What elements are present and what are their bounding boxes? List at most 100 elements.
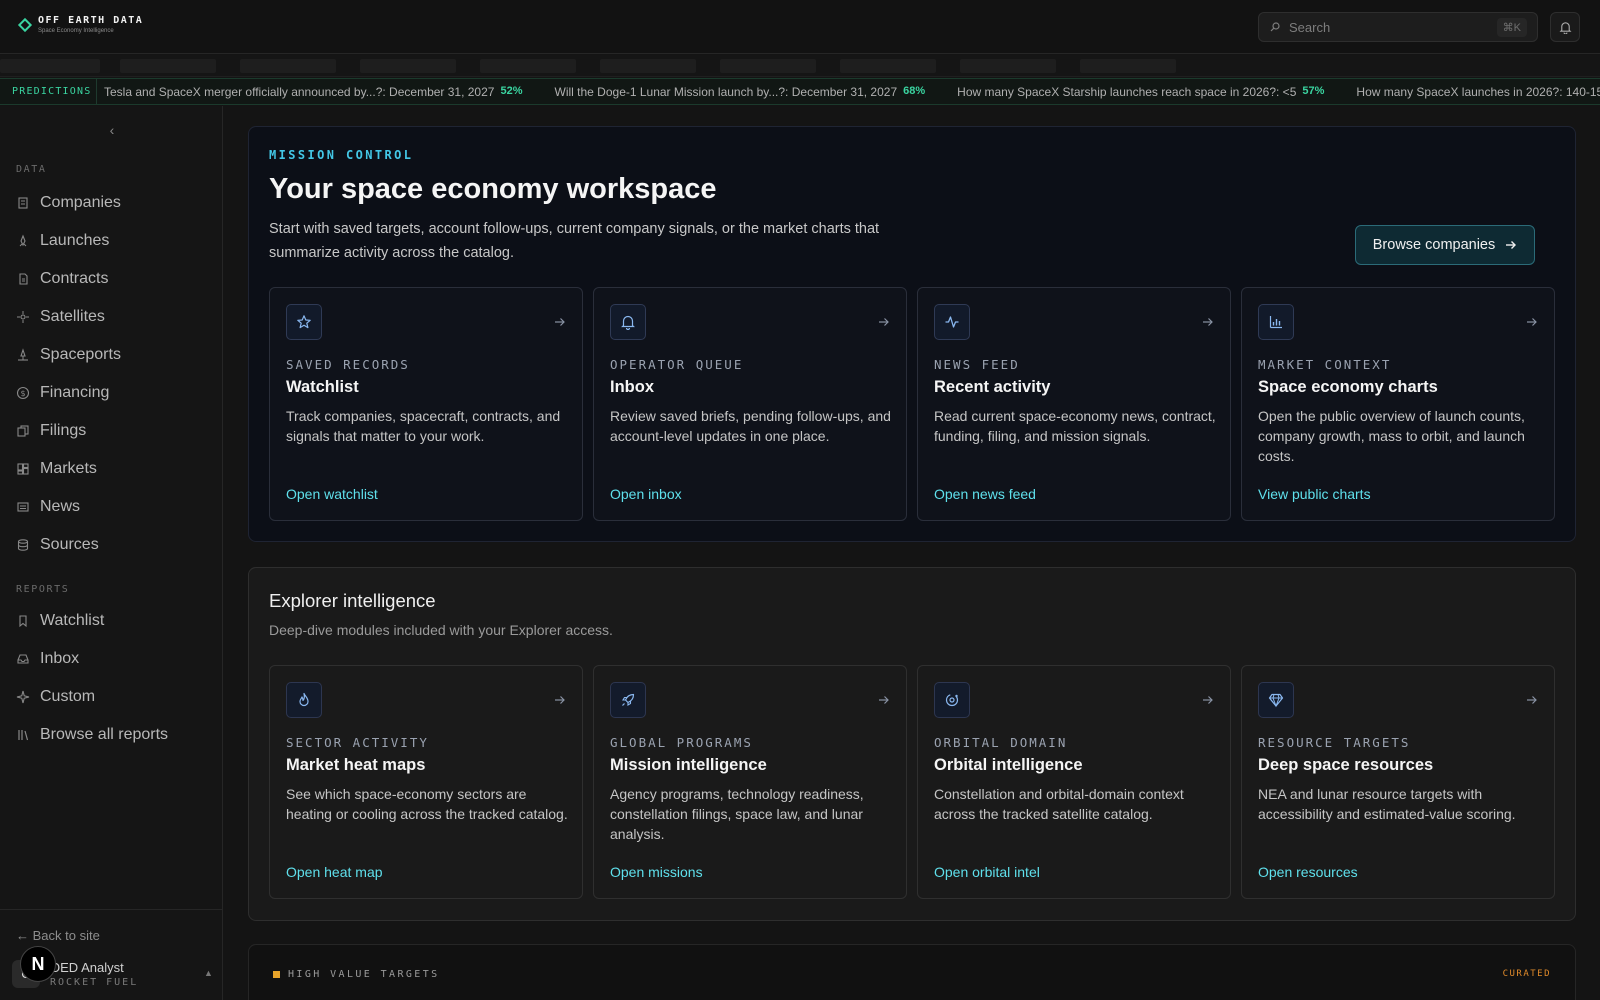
recent-activity-card[interactable]: NEWS FEED Recent activity Read current s…	[917, 287, 1231, 521]
sidebar-item-companies[interactable]: Companies	[16, 188, 211, 218]
sidebar-item-label: Inbox	[40, 650, 80, 667]
open-news-feed-link[interactable]: Open news feed	[934, 486, 1036, 502]
orbital-intelligence-card[interactable]: ORBITAL DOMAIN Orbital intelligence Cons…	[917, 665, 1231, 899]
arrow-right-icon	[879, 318, 889, 326]
bookmark-icon	[19, 615, 27, 628]
sidebar-item-launches[interactable]: Launches	[16, 226, 211, 256]
open-inbox-link[interactable]: Open inbox	[610, 486, 682, 502]
sidebar-item-inbox[interactable]: Inbox	[16, 644, 211, 674]
svg-text:$: $	[20, 389, 25, 398]
top-bar: OFF EARTH DATA Space Economy Intelligenc…	[0, 0, 1600, 54]
ticker-item-text: How many SpaceX Starship launches reach …	[957, 84, 1297, 99]
deep-space-resources-card[interactable]: RESOURCE TARGETS Deep space resources NE…	[1241, 665, 1555, 899]
sidebar-item-contracts[interactable]: Contracts	[16, 264, 211, 294]
card-eyebrow: SAVED RECORDS	[286, 357, 410, 372]
space-economy-charts-card[interactable]: MARKET CONTEXT Space economy charts Open…	[1241, 287, 1555, 521]
satellite-icon	[17, 311, 29, 323]
card-description: Read current space-economy news, contrac…	[934, 408, 1216, 444]
sidebar-item-filings[interactable]: Filings	[16, 416, 211, 446]
diamond-logo-icon	[17, 17, 33, 32]
browse-companies-button[interactable]: Browse companies	[1355, 225, 1535, 265]
sidebar-section-data: DATA	[16, 164, 47, 175]
view-public-charts-link[interactable]: View public charts	[1258, 486, 1371, 502]
ticker-item[interactable]: Tesla and SpaceX merger officially annou…	[104, 85, 523, 99]
orbit-icon	[934, 682, 970, 718]
dollar-icon: $	[16, 386, 30, 400]
ticker-item[interactable]: How many SpaceX Starship launches reach …	[957, 85, 1324, 99]
arrow-right-icon	[879, 696, 889, 704]
search-input[interactable]	[1289, 19, 1497, 35]
predictions-ticker: PREDICTIONS Tesla and SpaceX merger offi…	[0, 78, 1600, 105]
dev-tools-badge[interactable]: N	[20, 946, 56, 982]
user-plan: ROCKET FUEL	[50, 977, 139, 988]
section-title: Explorer intelligence	[269, 590, 436, 611]
section-subtitle: Deep-dive modules included with your Exp…	[269, 622, 613, 638]
activity-icon	[934, 304, 970, 340]
high-value-targets-panel: HIGH VALUE TARGETS CURATED	[248, 944, 1576, 1000]
arrow-right-icon	[1506, 241, 1517, 249]
sidebar-item-custom[interactable]: Custom	[16, 682, 211, 712]
open-missions-link[interactable]: Open missions	[610, 864, 703, 880]
search-box[interactable]: ⌘K	[1258, 12, 1538, 42]
sidebar-item-label: Companies	[40, 194, 121, 211]
skeleton-block	[0, 59, 100, 73]
sidebar-item-label: Watchlist	[40, 612, 105, 629]
sidebar-item-financing[interactable]: $ Financing	[16, 378, 211, 408]
sidebar-item-news[interactable]: News	[16, 492, 211, 522]
sidebar-item-browse-all-reports[interactable]: Browse all reports	[16, 720, 211, 750]
arrow-right-icon	[1527, 318, 1537, 326]
back-to-site-link[interactable]: ← Back to site	[16, 928, 100, 943]
sidebar-item-label: Contracts	[40, 270, 109, 287]
library-icon	[18, 730, 29, 741]
skeleton-block	[600, 59, 696, 73]
ticker-item-text: Tesla and SpaceX merger officially annou…	[104, 84, 495, 99]
sidebar-item-spaceports[interactable]: Spaceports	[16, 340, 211, 370]
brand-tagline: Space Economy Intelligence	[38, 28, 114, 34]
brand-logo[interactable]: OFF EARTH DATA Space Economy Intelligenc…	[17, 15, 143, 34]
sparkle-icon	[16, 690, 30, 704]
sidebar-item-markets[interactable]: Markets	[16, 454, 211, 484]
ticker-item[interactable]: How many SpaceX launches in 2026?: 140-1…	[1356, 85, 1600, 99]
inbox-icon	[17, 654, 29, 664]
mission-intelligence-card[interactable]: GLOBAL PROGRAMS Mission intelligence Age…	[593, 665, 907, 899]
card-description: Agency programs, technology readiness, c…	[610, 786, 864, 842]
card-eyebrow: OPERATOR QUEUE	[610, 357, 744, 372]
sidebar-collapse-button[interactable]: ‹	[104, 122, 120, 138]
ticker-item-text: Will the Doge-1 Lunar Mission launch by.…	[554, 84, 898, 99]
card-title: Market heat maps	[286, 756, 426, 774]
sidebar-item-label: Custom	[40, 688, 96, 705]
skeleton-block	[1080, 59, 1176, 73]
ticker-item[interactable]: Will the Doge-1 Lunar Mission launch by.…	[555, 85, 926, 99]
market-heat-maps-card[interactable]: SECTOR ACTIVITY Market heat maps See whi…	[269, 665, 583, 899]
notifications-button[interactable]	[1550, 12, 1580, 42]
card-title: Recent activity	[934, 378, 1051, 396]
skeleton-block	[840, 59, 936, 73]
sidebar-item-sources[interactable]: Sources	[16, 530, 211, 560]
sidebar-item-label: Filings	[40, 422, 87, 439]
user-name: OED Analyst	[50, 960, 124, 975]
sidebar-item-satellites[interactable]: Satellites	[16, 302, 211, 332]
open-watchlist-link[interactable]: Open watchlist	[286, 486, 378, 502]
sidebar-item-watchlist[interactable]: Watchlist	[16, 606, 211, 636]
sidebar-item-label: Sources	[40, 536, 99, 553]
browse-companies-label: Browse companies	[1372, 237, 1496, 253]
card-eyebrow: MARKET CONTEXT	[1258, 357, 1392, 372]
inbox-card[interactable]: OPERATOR QUEUE Inbox Review saved briefs…	[593, 287, 907, 521]
card-title: Mission intelligence	[610, 756, 767, 774]
sidebar-item-label: Spaceports	[40, 346, 121, 363]
open-heat-map-link[interactable]: Open heat map	[286, 864, 383, 880]
open-resources-link[interactable]: Open resources	[1258, 864, 1358, 880]
open-orbital-intel-link[interactable]: Open orbital intel	[934, 864, 1040, 880]
ticker-track: Tesla and SpaceX merger officially annou…	[104, 79, 1600, 104]
watchlist-card[interactable]: SAVED RECORDS Watchlist Track companies,…	[269, 287, 583, 521]
search-icon	[1270, 22, 1280, 32]
card-eyebrow: ORBITAL DOMAIN	[934, 735, 1068, 750]
arrow-right-icon	[555, 318, 565, 326]
sidebar-item-label: Markets	[40, 460, 97, 477]
skeleton-block	[960, 59, 1056, 73]
newspaper-icon	[17, 502, 29, 512]
card-title: Orbital intelligence	[934, 756, 1083, 774]
sidebar-section-reports: REPORTS	[16, 584, 70, 595]
rocket-icon	[19, 234, 27, 247]
mission-control-panel: MISSION CONTROL Your space economy works…	[248, 126, 1576, 542]
